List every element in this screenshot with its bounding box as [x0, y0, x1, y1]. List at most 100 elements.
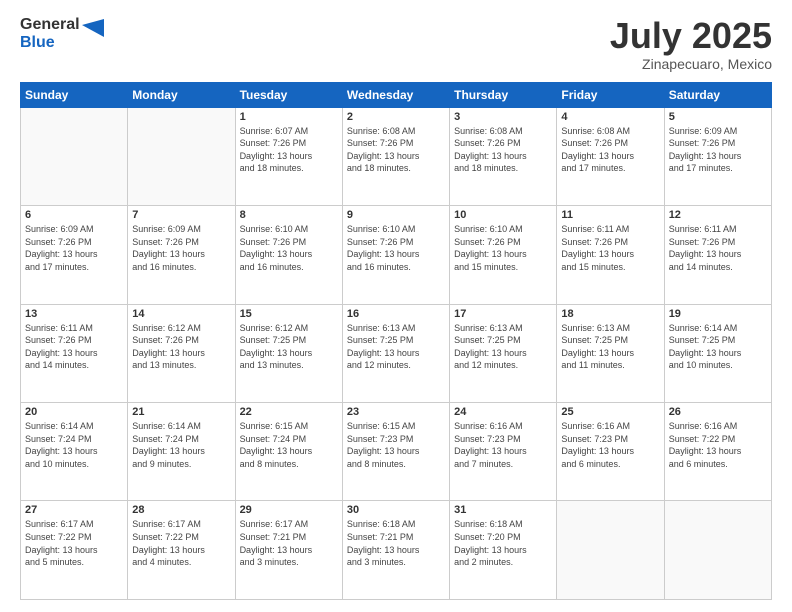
table-row: 21 Sunrise: 6:14 AM Sunset: 7:24 PM Dayli… [128, 403, 235, 501]
table-row [557, 501, 664, 600]
day-detail: Sunrise: 6:12 AM Sunset: 7:26 PM Dayligh… [132, 322, 230, 372]
day-detail: Sunrise: 6:17 AM Sunset: 7:22 PM Dayligh… [25, 518, 123, 568]
day-detail: Sunrise: 6:08 AM Sunset: 7:26 PM Dayligh… [454, 125, 552, 175]
table-row: 2 Sunrise: 6:08 AM Sunset: 7:26 PM Daylig… [342, 107, 449, 205]
table-row: 25 Sunrise: 6:16 AM Sunset: 7:23 PM Dayli… [557, 403, 664, 501]
day-number: 24 [454, 406, 552, 418]
table-row: 23Sunrise: 6:15 AM Sunset: 7:23 PM Dayli… [342, 403, 449, 501]
table-row: 5 Sunrise: 6:09 AM Sunset: 7:26 PM Daylig… [664, 107, 771, 205]
table-row: 13Sunrise: 6:11 AM Sunset: 7:26 PM Dayli… [21, 304, 128, 402]
header: General Blue July 2025 Zinapecuaro, Mexi… [20, 16, 772, 72]
col-monday: Monday [128, 82, 235, 107]
day-number: 11 [561, 209, 659, 221]
day-detail: Sunrise: 6:12 AM Sunset: 7:25 PM Dayligh… [240, 322, 338, 372]
col-friday: Friday [557, 82, 664, 107]
table-row: 19 Sunrise: 6:14 AM Sunset: 7:25 PM Dayli… [664, 304, 771, 402]
day-detail: Sunrise: 6:09 AM Sunset: 7:26 PM Dayligh… [132, 223, 230, 273]
table-row [21, 107, 128, 205]
day-number: 22 [240, 406, 338, 418]
calendar-header-row: Sunday Monday Tuesday Wednesday Thursday… [21, 82, 772, 107]
day-number: 20 [25, 406, 123, 418]
table-row: 12Sunrise: 6:11 AM Sunset: 7:26 PM Dayli… [664, 206, 771, 304]
col-tuesday: Tuesday [235, 82, 342, 107]
day-detail: Sunrise: 6:17 AM Sunset: 7:22 PM Dayligh… [132, 518, 230, 568]
calendar-table: Sunday Monday Tuesday Wednesday Thursday… [20, 82, 772, 600]
day-number: 25 [561, 406, 659, 418]
page: General Blue July 2025 Zinapecuaro, Mexi… [0, 0, 792, 612]
logo-general: General [20, 16, 80, 34]
day-number: 18 [561, 308, 659, 320]
day-number: 29 [240, 504, 338, 516]
day-detail: Sunrise: 6:18 AM Sunset: 7:21 PM Dayligh… [347, 518, 445, 568]
day-detail: Sunrise: 6:15 AM Sunset: 7:23 PM Dayligh… [347, 420, 445, 470]
day-number: 31 [454, 504, 552, 516]
table-row: 14 Sunrise: 6:12 AM Sunset: 7:26 PM Dayli… [128, 304, 235, 402]
day-detail: Sunrise: 6:08 AM Sunset: 7:26 PM Dayligh… [561, 125, 659, 175]
table-row: 11 Sunrise: 6:11 AM Sunset: 7:26 PM Dayli… [557, 206, 664, 304]
day-number: 5 [669, 111, 767, 123]
table-row: 9Sunrise: 6:10 AM Sunset: 7:26 PM Daylig… [342, 206, 449, 304]
day-number: 28 [132, 504, 230, 516]
calendar-week-row: 13Sunrise: 6:11 AM Sunset: 7:26 PM Dayli… [21, 304, 772, 402]
day-number: 2 [347, 111, 445, 123]
logo-container: General Blue [20, 16, 104, 53]
table-row: 6 Sunrise: 6:09 AM Sunset: 7:26 PM Daylig… [21, 206, 128, 304]
day-detail: Sunrise: 6:07 AM Sunset: 7:26 PM Dayligh… [240, 125, 338, 175]
col-sunday: Sunday [21, 82, 128, 107]
day-detail: Sunrise: 6:09 AM Sunset: 7:26 PM Dayligh… [25, 223, 123, 273]
day-detail: Sunrise: 6:14 AM Sunset: 7:24 PM Dayligh… [25, 420, 123, 470]
day-number: 19 [669, 308, 767, 320]
day-detail: Sunrise: 6:08 AM Sunset: 7:26 PM Dayligh… [347, 125, 445, 175]
table-row: 3Sunrise: 6:08 AM Sunset: 7:26 PM Daylig… [450, 107, 557, 205]
table-row: 8 Sunrise: 6:10 AM Sunset: 7:26 PM Daylig… [235, 206, 342, 304]
day-detail: Sunrise: 6:11 AM Sunset: 7:26 PM Dayligh… [561, 223, 659, 273]
day-detail: Sunrise: 6:16 AM Sunset: 7:22 PM Dayligh… [669, 420, 767, 470]
logo-blue: Blue [20, 34, 80, 52]
day-detail: Sunrise: 6:14 AM Sunset: 7:25 PM Dayligh… [669, 322, 767, 372]
day-detail: Sunrise: 6:11 AM Sunset: 7:26 PM Dayligh… [669, 223, 767, 273]
day-number: 1 [240, 111, 338, 123]
day-number: 8 [240, 209, 338, 221]
table-row: 1 Sunrise: 6:07 AM Sunset: 7:26 PM Daylig… [235, 107, 342, 205]
day-number: 21 [132, 406, 230, 418]
title-block: July 2025 Zinapecuaro, Mexico [610, 16, 772, 72]
table-row: 20 Sunrise: 6:14 AM Sunset: 7:24 PM Dayli… [21, 403, 128, 501]
day-number: 30 [347, 504, 445, 516]
day-number: 10 [454, 209, 552, 221]
table-row: 15 Sunrise: 6:12 AM Sunset: 7:25 PM Dayli… [235, 304, 342, 402]
table-row: 16Sunrise: 6:13 AM Sunset: 7:25 PM Dayli… [342, 304, 449, 402]
day-number: 15 [240, 308, 338, 320]
day-number: 6 [25, 209, 123, 221]
day-detail: Sunrise: 6:17 AM Sunset: 7:21 PM Dayligh… [240, 518, 338, 568]
day-detail: Sunrise: 6:11 AM Sunset: 7:26 PM Dayligh… [25, 322, 123, 372]
day-number: 14 [132, 308, 230, 320]
calendar-week-row: 1 Sunrise: 6:07 AM Sunset: 7:26 PM Daylig… [21, 107, 772, 205]
day-detail: Sunrise: 6:16 AM Sunset: 7:23 PM Dayligh… [561, 420, 659, 470]
col-saturday: Saturday [664, 82, 771, 107]
logo: General Blue [20, 16, 104, 53]
day-number: 17 [454, 308, 552, 320]
calendar-week-row: 20 Sunrise: 6:14 AM Sunset: 7:24 PM Dayli… [21, 403, 772, 501]
table-row: 7 Sunrise: 6:09 AM Sunset: 7:26 PM Daylig… [128, 206, 235, 304]
day-detail: Sunrise: 6:13 AM Sunset: 7:25 PM Dayligh… [454, 322, 552, 372]
table-row: 10Sunrise: 6:10 AM Sunset: 7:26 PM Dayli… [450, 206, 557, 304]
table-row [664, 501, 771, 600]
logo-triangle-icon [82, 19, 104, 49]
table-row: 28 Sunrise: 6:17 AM Sunset: 7:22 PM Dayli… [128, 501, 235, 600]
day-detail: Sunrise: 6:14 AM Sunset: 7:24 PM Dayligh… [132, 420, 230, 470]
day-number: 9 [347, 209, 445, 221]
logo-text-block: General Blue [20, 16, 80, 53]
day-detail: Sunrise: 6:16 AM Sunset: 7:23 PM Dayligh… [454, 420, 552, 470]
day-number: 27 [25, 504, 123, 516]
day-number: 7 [132, 209, 230, 221]
day-number: 4 [561, 111, 659, 123]
day-detail: Sunrise: 6:09 AM Sunset: 7:26 PM Dayligh… [669, 125, 767, 175]
col-wednesday: Wednesday [342, 82, 449, 107]
table-row: 24 Sunrise: 6:16 AM Sunset: 7:23 PM Dayli… [450, 403, 557, 501]
day-number: 26 [669, 406, 767, 418]
table-row: 30 Sunrise: 6:18 AM Sunset: 7:21 PM Dayli… [342, 501, 449, 600]
table-row: 26 Sunrise: 6:16 AM Sunset: 7:22 PM Dayli… [664, 403, 771, 501]
table-row: 4 Sunrise: 6:08 AM Sunset: 7:26 PM Daylig… [557, 107, 664, 205]
day-detail: Sunrise: 6:10 AM Sunset: 7:26 PM Dayligh… [240, 223, 338, 273]
calendar-week-row: 27 Sunrise: 6:17 AM Sunset: 7:22 PM Dayli… [21, 501, 772, 600]
